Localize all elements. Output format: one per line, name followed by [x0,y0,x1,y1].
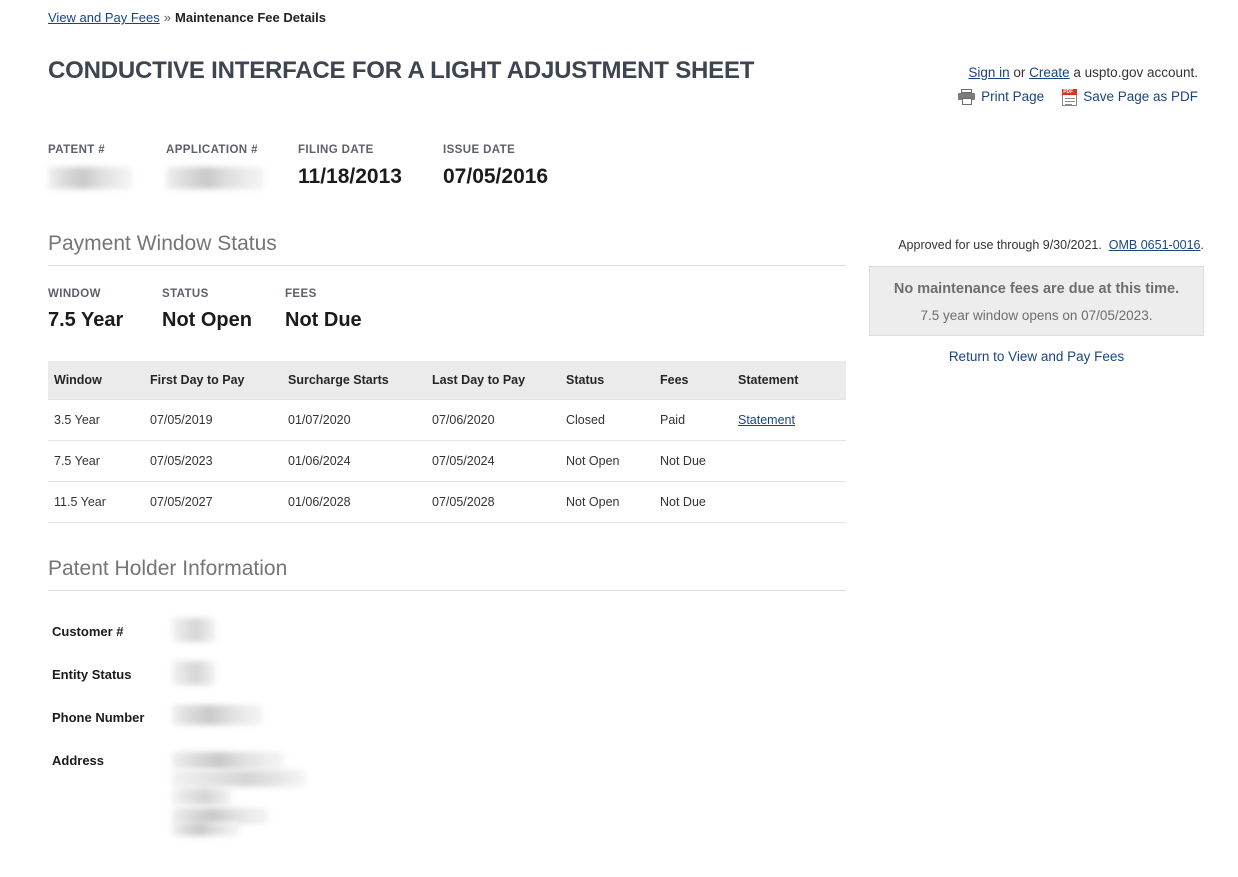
cell-surcharge-starts: 01/06/2024 [288,440,432,482]
holder-field-address: Address [52,752,104,769]
create-account-link[interactable]: Create [1029,65,1070,80]
cell-statement [738,481,846,523]
meta-value-issue-date: 07/05/2016 [443,165,549,188]
return-to-view-and-pay-fees-link[interactable]: Return to View and Pay Fees [869,349,1204,364]
payment-window-status-strip: WINDOW 7.5 Year STATUS Not Open FEES Not… [48,287,405,333]
redacted-address [172,752,312,836]
save-page-as-pdf-button[interactable]: PDF Save Page as PDF [1062,88,1198,106]
holder-field-entity-status: Entity Status [52,666,131,683]
column-header-fees: Fees [660,361,738,400]
column-header-status: Status [566,361,660,400]
cell-last-day-to-pay: 07/06/2020 [432,399,566,441]
print-page-button[interactable]: Print Page [958,88,1044,106]
cell-window: 11.5 Year [48,481,150,523]
column-header-window: Window [48,361,150,400]
cell-window: 7.5 Year [48,440,150,482]
holder-label-phone-number: Phone Number [52,710,145,725]
notice-primary-text: No maintenance fees are due at this time… [893,281,1180,297]
meta-value-filing-date: 11/18/2013 [298,165,402,188]
meta-label-issue-date: ISSUE DATE [443,144,516,156]
holder-field-phone-number: Phone Number [52,709,144,726]
account-line: Sign in or Create a uspto.gov account. [968,64,1198,82]
cell-last-day-to-pay: 07/05/2028 [432,481,566,523]
maintenance-fee-details-page: View and Pay Fees» Maintenance Fee Detail… [0,0,1238,877]
cell-statement [738,440,846,482]
save-page-as-pdf-label: Save Page as PDF [1083,89,1198,104]
meta-item-application-number: APPLICATION # [166,143,298,189]
cell-surcharge-starts: 01/07/2020 [288,399,432,441]
status-value-status: Not Open [162,309,252,331]
table-header-row: Window First Day to Pay Surcharge Starts… [48,361,846,400]
table-row: 3.5 Year 07/05/2019 01/07/2020 07/06/202… [48,399,846,441]
breadcrumb-link-view-and-pay-fees[interactable]: View and Pay Fees [48,10,160,25]
column-header-statement: Statement [738,361,846,400]
table-row: 11.5 Year 07/05/2027 01/06/2028 07/05/20… [48,481,846,523]
cell-first-day-to-pay: 07/05/2019 [150,399,288,441]
cell-status: Not Open [566,481,660,523]
cell-first-day-to-pay: 07/05/2023 [150,440,288,482]
cell-status: Closed [566,399,660,441]
meta-label-filing-date: FILING DATE [298,144,374,156]
cell-status: Not Open [566,440,660,482]
status-label-fees: FEES [285,288,317,300]
redacted-entity-status [172,661,216,685]
meta-item-patent-number: PATENT # [48,143,166,189]
status-value-fees: Not Due [285,309,362,331]
status-label-window: WINDOW [48,288,101,300]
page-title: CONDUCTIVE INTERFACE FOR A LIGHT ADJUSTM… [48,57,755,84]
meta-label-patent-number: PATENT # [48,144,106,156]
omb-suffix: . [1200,238,1204,252]
holder-label-address: Address [52,753,105,768]
meta-item-filing-date: FILING DATE 11/18/2013 [298,143,443,190]
account-or: or [1009,65,1030,80]
column-header-last-day-to-pay: Last Day to Pay [432,361,566,400]
meta-label-application-number: APPLICATION # [166,144,258,156]
status-item-window: WINDOW 7.5 Year [48,287,162,333]
column-header-first-day-to-pay: First Day to Pay [150,361,288,400]
notice-secondary-text: 7.5 year window opens on 07/05/2023. [920,308,1153,323]
cell-fees: Not Due [660,481,738,523]
maintenance-fee-window-table: Window First Day to Pay Surcharge Starts… [48,361,846,523]
cell-last-day-to-pay: 07/05/2024 [432,440,566,482]
pdf-file-icon: PDF [1062,88,1078,106]
cell-fees: Not Due [660,440,738,482]
statement-link[interactable]: Statement [738,413,795,427]
breadcrumb-current: Maintenance Fee Details [175,10,327,25]
account-suffix: a uspto.gov account. [1069,65,1198,80]
redacted-phone-number [172,705,262,725]
payment-window-status-heading: Payment Window Status [48,232,277,255]
redacted-application-number [166,167,264,189]
cell-fees: Paid [660,399,738,441]
omb-link[interactable]: OMB 0651-0016 [1109,238,1201,252]
status-item-fees: FEES Not Due [285,287,405,333]
status-item-status: STATUS Not Open [162,287,285,333]
sign-in-link[interactable]: Sign in [968,65,1009,80]
cell-first-day-to-pay: 07/05/2027 [150,481,288,523]
cell-surcharge-starts: 01/06/2028 [288,481,432,523]
omb-prefix: Approved for use through 9/30/2021. [898,238,1102,252]
status-value-window: 7.5 Year [48,309,124,331]
column-header-surcharge-starts: Surcharge Starts [288,361,432,400]
redacted-customer-number [172,618,216,642]
cell-statement: Statement [738,399,846,441]
status-label-status: STATUS [162,288,209,300]
holder-label-entity-status: Entity Status [52,667,132,682]
redacted-patent-number [48,167,132,189]
patent-meta-strip: PATENT # APPLICATION # FILING DATE 11/18… [48,143,593,190]
no-fees-due-notice: No maintenance fees are due at this time… [869,266,1204,336]
cell-window: 3.5 Year [48,399,150,441]
patent-holder-divider [48,590,846,591]
breadcrumb-separator: » [163,10,172,25]
payment-window-divider [48,265,846,266]
breadcrumb: View and Pay Fees» Maintenance Fee Detail… [48,10,326,26]
meta-item-issue-date: ISSUE DATE 07/05/2016 [443,143,593,190]
patent-holder-information-heading: Patent Holder Information [48,557,288,580]
document-actions: Print Page PDF Save Page as PDF [958,88,1198,106]
table-row: 7.5 Year 07/05/2023 01/06/2024 07/05/202… [48,440,846,482]
omb-approval-line: Approved for use through 9/30/2021. OMB … [898,238,1204,252]
printer-icon [958,89,976,105]
holder-label-customer-number: Customer # [52,624,124,639]
holder-field-customer-number: Customer # [52,623,124,640]
print-page-label: Print Page [981,89,1045,104]
